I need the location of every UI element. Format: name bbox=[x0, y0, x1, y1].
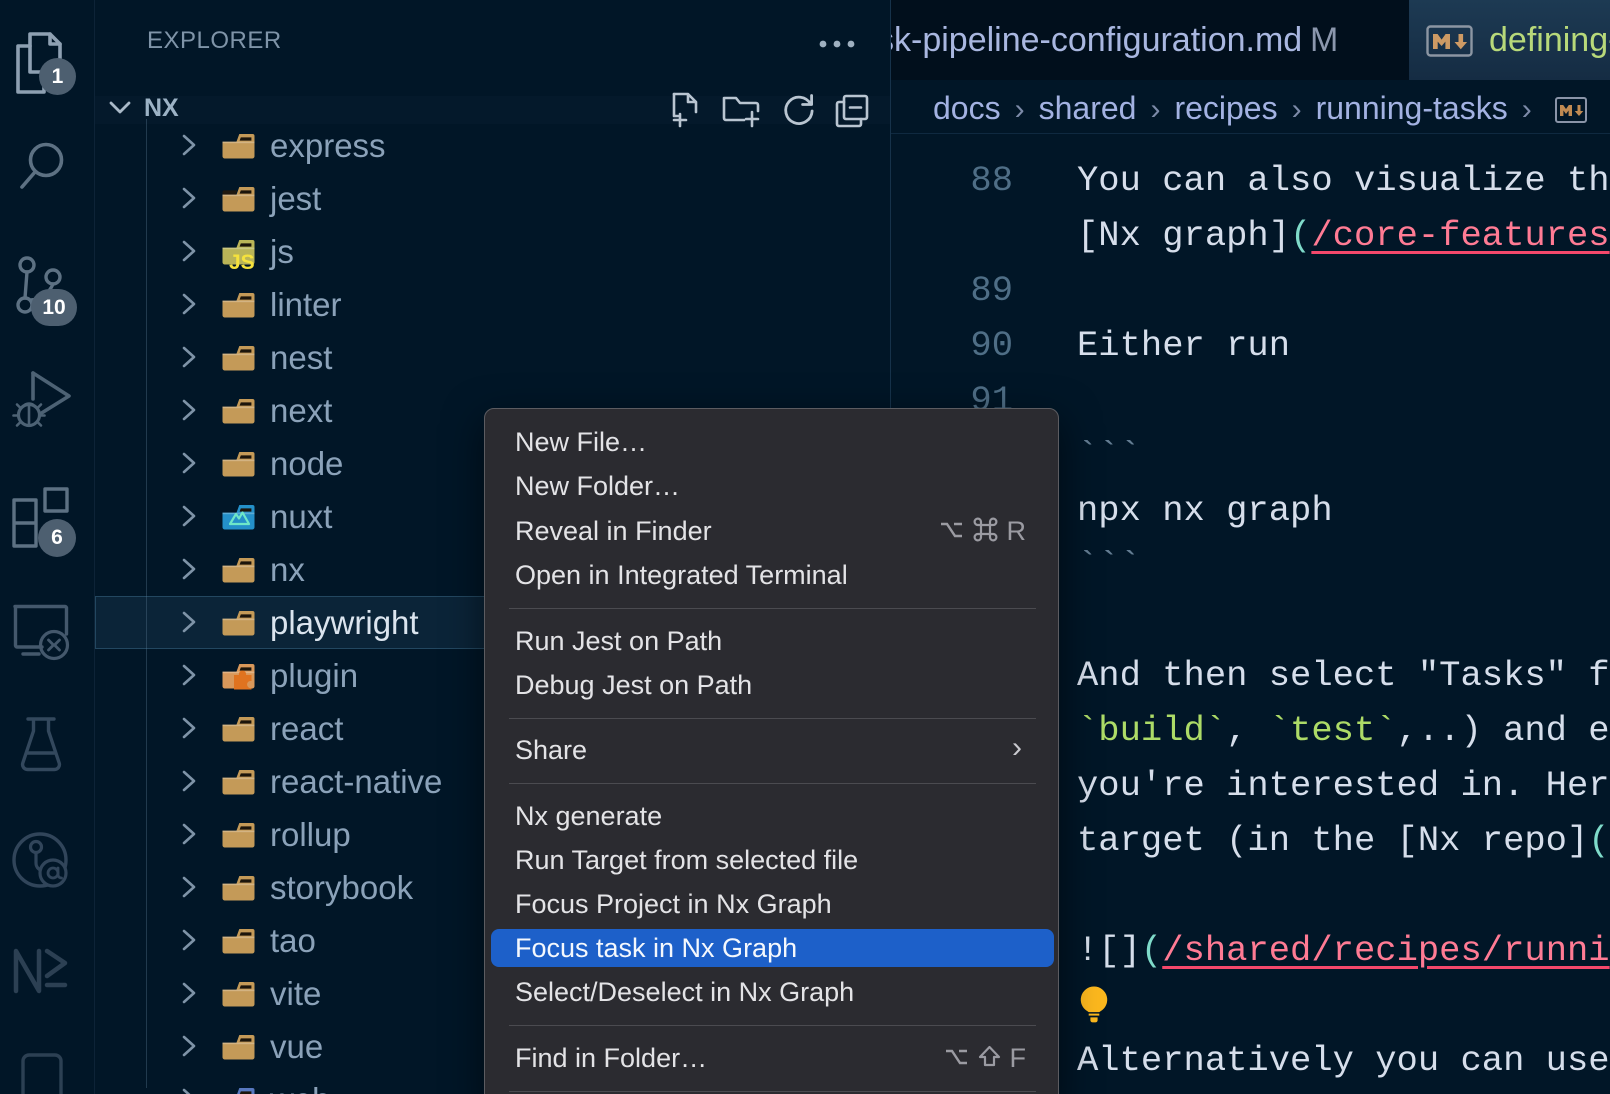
svg-text:JS: JS bbox=[229, 251, 255, 274]
